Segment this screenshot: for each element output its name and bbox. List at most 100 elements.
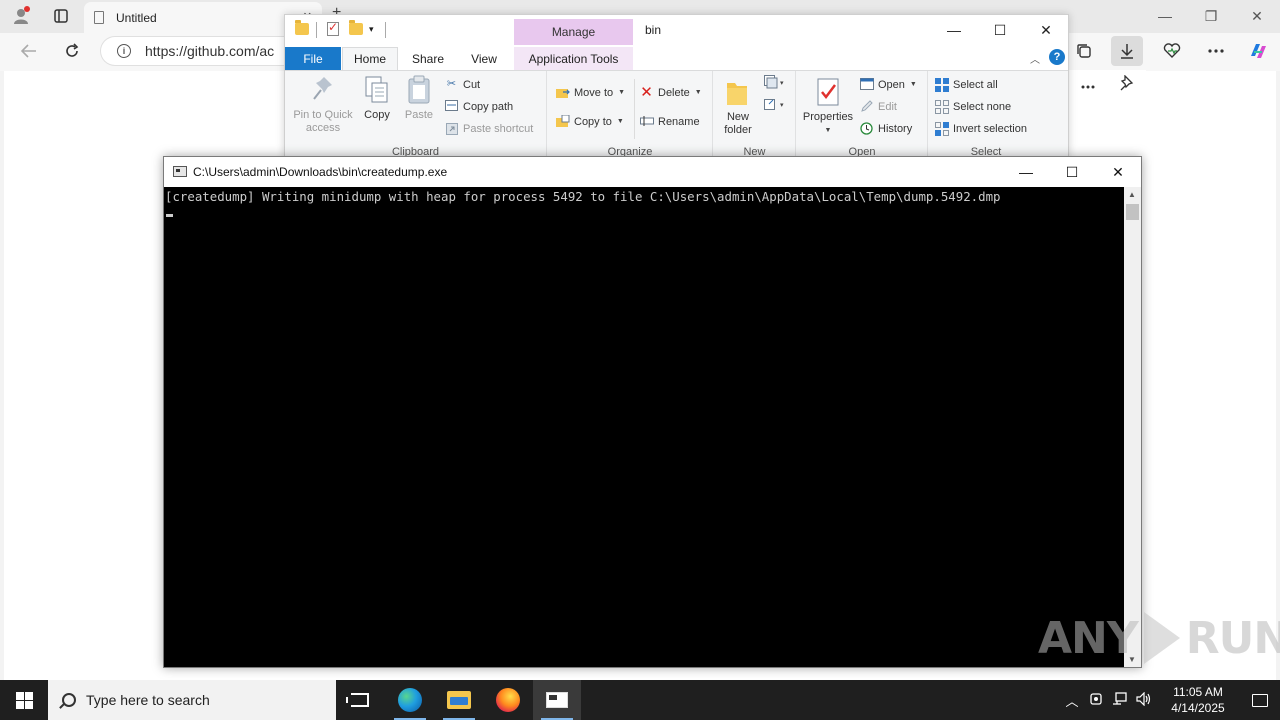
more-options-icon[interactable] <box>1200 36 1232 66</box>
manage-tab-header: Manage <box>514 19 633 45</box>
paste-shortcut-button[interactable]: Paste shortcut <box>445 122 533 135</box>
properties-quick-icon[interactable] <box>327 20 339 36</box>
scroll-thumb[interactable] <box>1126 204 1139 220</box>
rename-icon <box>640 115 654 128</box>
downloads-icon[interactable] <box>1111 36 1143 66</box>
network-icon[interactable] <box>1108 691 1132 709</box>
properties-icon <box>815 77 841 107</box>
scroll-up-icon[interactable]: ▲ <box>1128 190 1136 199</box>
console-maximize-button[interactable]: ☐ <box>1049 157 1095 187</box>
edge-restore-button[interactable]: ❐ <box>1188 0 1234 32</box>
properties-button[interactable]: Properties ▼ <box>799 77 857 137</box>
tab-file[interactable]: File <box>285 47 341 70</box>
page-more-icon[interactable] <box>1081 76 1095 94</box>
console-minimize-button[interactable]: — <box>1003 157 1049 187</box>
easy-access-icon[interactable]: ▾ <box>764 97 788 114</box>
console-scrollbar[interactable]: ▲ ▼ <box>1124 187 1141 667</box>
history-button[interactable]: History <box>860 122 912 135</box>
security-icon[interactable] <box>1084 692 1108 709</box>
notification-icon <box>1252 693 1268 707</box>
edge-minimize-button[interactable]: — <box>1142 0 1188 32</box>
open-icon <box>860 78 874 91</box>
tab-actions-icon[interactable] <box>46 2 76 30</box>
delete-x-icon: ✕ <box>640 84 653 101</box>
collapse-ribbon-icon[interactable]: ︿ <box>1030 51 1040 66</box>
select-all-icon <box>935 78 949 92</box>
explorer-title-bar: ▾ Manage bin — ☐ ✕ <box>285 15 1068 45</box>
task-view-button[interactable] <box>336 680 384 720</box>
explorer-close-button[interactable]: ✕ <box>1023 15 1069 45</box>
edit-button[interactable]: Edit <box>860 100 897 113</box>
tab-application-tools[interactable]: Application Tools <box>514 47 633 70</box>
taskbar-clock[interactable]: 11:05 AM 4/14/2025 <box>1156 684 1240 716</box>
refresh-icon[interactable] <box>57 37 87 65</box>
copy-path-button[interactable]: Copy path <box>445 100 513 113</box>
pin-icon <box>310 75 336 105</box>
paste-shortcut-icon <box>445 122 458 135</box>
site-info-icon[interactable]: i <box>117 44 131 58</box>
copilot-icon[interactable] <box>1242 36 1274 66</box>
select-none-button[interactable]: Select none <box>935 100 1011 114</box>
invert-selection-button[interactable]: Invert selection <box>935 122 1027 136</box>
move-to-button[interactable]: Move to ▼ <box>556 86 625 99</box>
new-folder-button[interactable]: New folder <box>718 77 758 137</box>
start-button[interactable] <box>0 680 48 720</box>
volume-icon[interactable] <box>1132 691 1156 709</box>
notification-center-button[interactable] <box>1240 680 1280 720</box>
delete-button[interactable]: ✕ Delete ▼ <box>640 84 702 101</box>
new-folder-quick-icon[interactable] <box>349 20 363 35</box>
task-view-icon <box>346 693 369 707</box>
folder-icon <box>295 20 309 35</box>
show-hidden-icons-icon[interactable]: ︿ <box>1060 691 1084 710</box>
clipboard-group: Pin to Quick access Copy Paste ✂ Cut Cop… <box>285 71 547 160</box>
customize-toolbar-icon[interactable]: ▾ <box>369 24 374 35</box>
copy-path-icon <box>445 100 458 113</box>
pin-icon[interactable] <box>1120 73 1134 96</box>
taskbar-search-box[interactable]: Type here to search <box>48 680 336 720</box>
console-close-button[interactable]: ✕ <box>1095 157 1141 187</box>
select-all-button[interactable]: Select all <box>935 78 998 92</box>
back-arrow-icon[interactable] <box>14 37 44 65</box>
clock-date: 4/14/2025 <box>1171 701 1225 715</box>
copy-icon <box>364 75 390 105</box>
svg-text:▾: ▾ <box>780 80 784 87</box>
watermark-left: ANY <box>1038 612 1139 664</box>
ribbon: Pin to Quick access Copy Paste ✂ Cut Cop… <box>285 70 1068 160</box>
organize-group: Move to ▼ Copy to ▼ ✕ Delete ▼ Rename Organ… <box>548 71 713 160</box>
taskbar-file-explorer[interactable] <box>435 680 483 720</box>
explorer-minimize-button[interactable]: — <box>931 15 977 45</box>
taskbar-console[interactable] <box>533 680 581 720</box>
divider <box>385 22 386 38</box>
edge-icon <box>398 688 422 712</box>
pin-quick-access-button[interactable]: Pin to Quick access <box>291 75 355 135</box>
copy-button[interactable]: Copy <box>359 75 395 122</box>
divider <box>316 22 317 38</box>
firefox-icon <box>496 688 520 712</box>
open-button[interactable]: Open ▼ <box>860 78 917 91</box>
tab-view[interactable]: View <box>459 47 509 70</box>
history-icon <box>860 122 873 135</box>
console-title-bar[interactable]: C:\Users\admin\Downloads\bin\createdump.… <box>164 157 1141 187</box>
collections-icon[interactable] <box>1068 36 1100 66</box>
rename-button[interactable]: Rename <box>640 115 700 128</box>
copy-to-icon <box>556 114 570 128</box>
tab-home[interactable]: Home <box>342 47 398 70</box>
browser-essentials-icon[interactable] <box>1156 36 1188 66</box>
copy-to-button[interactable]: Copy to ▼ <box>556 114 624 128</box>
explorer-maximize-button[interactable]: ☐ <box>977 15 1023 45</box>
help-icon[interactable]: ? <box>1049 49 1065 65</box>
profile-icon[interactable] <box>6 2 36 30</box>
edge-close-button[interactable]: ✕ <box>1234 0 1280 32</box>
svg-text:▾: ▾ <box>780 102 784 109</box>
taskbar-firefox[interactable] <box>484 680 532 720</box>
paste-button[interactable]: Paste <box>401 75 437 122</box>
url-input[interactable]: i https://github.com/ac <box>100 36 300 66</box>
new-item-icon[interactable]: ▾ <box>764 75 788 92</box>
console-output-line: [createdump] Writing minidump with heap … <box>165 189 1001 204</box>
new-folder-icon <box>725 77 751 107</box>
cut-button[interactable]: ✂ Cut <box>445 78 480 91</box>
move-to-icon <box>556 86 570 99</box>
console-output-area[interactable]: [createdump] Writing minidump with heap … <box>164 187 1124 667</box>
taskbar-edge[interactable] <box>386 680 434 720</box>
tab-share[interactable]: Share <box>403 47 453 70</box>
